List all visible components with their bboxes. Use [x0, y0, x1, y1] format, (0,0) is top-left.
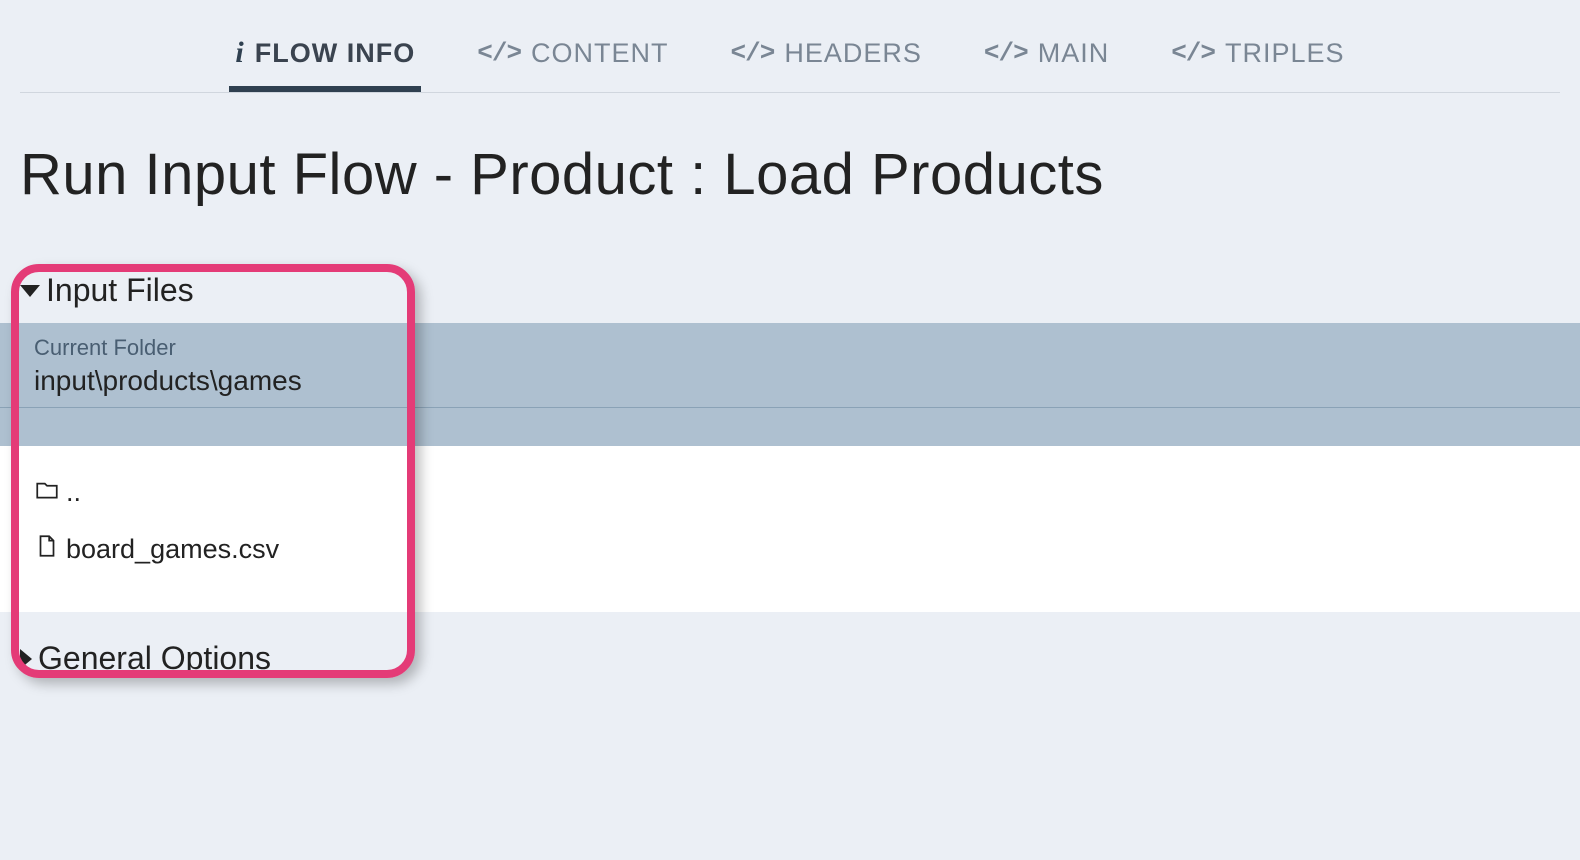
file-name: .. — [66, 477, 81, 508]
folder-icon — [34, 474, 60, 511]
tab-label: CONTENT — [531, 38, 669, 69]
tab-label: MAIN — [1038, 38, 1110, 69]
page-title: Run Input Flow - Product : Load Products — [20, 141, 1560, 208]
code-icon: </> — [731, 38, 775, 68]
section-title: Input Files — [46, 272, 194, 309]
tab-bar: i FLOW INFO </> CONTENT </> HEADERS </> … — [20, 0, 1560, 93]
tab-triples[interactable]: </> TRIPLES — [1165, 36, 1350, 92]
current-folder-bar: Current Folder input\products\games — [0, 323, 1580, 418]
current-folder-label: Current Folder — [34, 335, 1546, 361]
parent-folder-row[interactable]: .. — [34, 464, 1546, 521]
section-toggle-general-options[interactable]: General Options — [20, 636, 1560, 691]
divider — [0, 407, 1580, 408]
code-icon: </> — [984, 38, 1028, 68]
code-icon: </> — [1171, 38, 1215, 68]
tab-headers[interactable]: </> HEADERS — [725, 36, 928, 92]
caret-down-icon — [20, 285, 40, 297]
section-general-options: General Options — [20, 636, 1560, 691]
tab-flow-info[interactable]: i FLOW INFO — [229, 36, 421, 92]
section-title: General Options — [38, 640, 271, 677]
info-icon: i — [235, 36, 244, 70]
tab-main[interactable]: </> MAIN — [978, 36, 1115, 92]
file-list: .. board_games.csv — [0, 446, 1580, 612]
tab-label: FLOW INFO — [255, 38, 415, 69]
tab-label: TRIPLES — [1225, 38, 1345, 69]
file-row[interactable]: board_games.csv — [34, 521, 1546, 578]
section-toggle-input-files[interactable]: Input Files — [20, 268, 1560, 323]
tab-label: HEADERS — [784, 38, 922, 69]
code-icon: </> — [477, 38, 521, 68]
section-input-files: Input Files Current Folder input\product… — [20, 268, 1560, 612]
caret-right-icon — [20, 649, 32, 669]
current-folder-path: input\products\games — [34, 365, 1546, 397]
folder-bar-spacer — [0, 418, 1580, 446]
tab-content[interactable]: </> CONTENT — [471, 36, 674, 92]
file-name: board_games.csv — [66, 534, 279, 565]
file-icon — [34, 531, 60, 568]
